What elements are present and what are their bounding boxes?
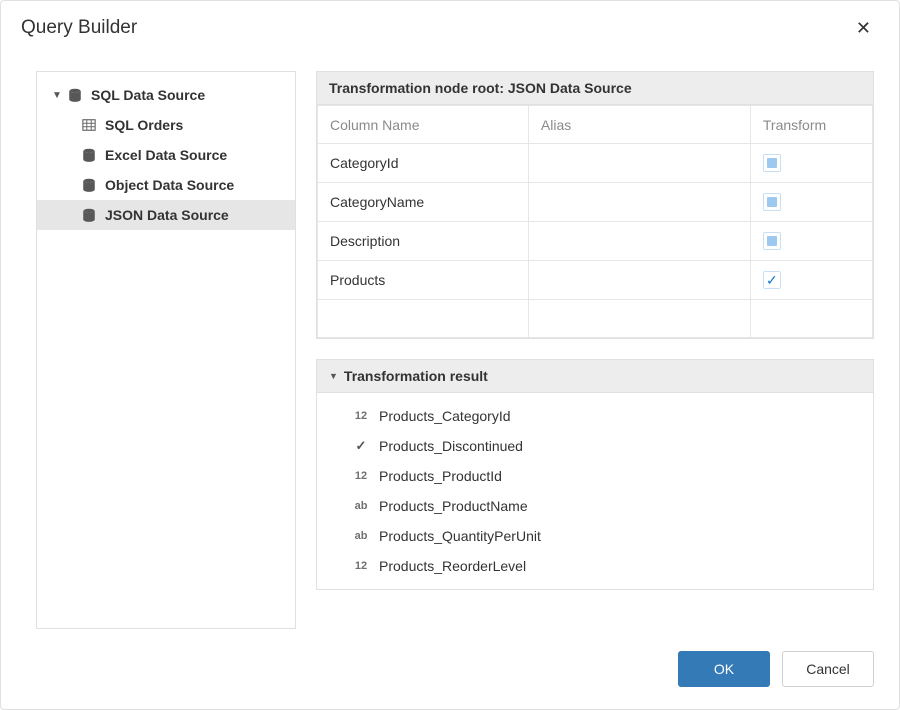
type-boolean-icon: ✓ — [351, 438, 371, 454]
transformation-header-label: Transformation node root: JSON Data Sour… — [329, 80, 632, 96]
transformation-header: Transformation node root: JSON Data Sour… — [316, 71, 874, 105]
col-header-name[interactable]: Column Name — [318, 106, 529, 144]
cell-transform[interactable] — [750, 222, 872, 261]
transform-checkbox[interactable]: ✓ — [763, 271, 781, 289]
result-item-label: Products_ReorderLevel — [379, 558, 526, 574]
col-header-transform[interactable]: Transform — [750, 106, 872, 144]
result-item[interactable]: ab Products_QuantityPerUnit — [317, 521, 873, 551]
ok-button[interactable]: OK — [678, 651, 770, 687]
transformation-section: Transformation node root: JSON Data Sour… — [316, 71, 874, 339]
cell-column-name[interactable]: CategoryName — [318, 183, 529, 222]
tree-item-label: SQL Data Source — [91, 87, 205, 103]
cell-transform[interactable] — [750, 183, 872, 222]
table-row[interactable]: CategoryId — [318, 144, 873, 183]
cell-column-name[interactable]: Description — [318, 222, 529, 261]
tree-item-label: JSON Data Source — [105, 207, 229, 223]
tree-item[interactable]: JSON Data Source — [37, 200, 295, 230]
cell-column-name[interactable]: Products — [318, 261, 529, 300]
tree-item[interactable]: Object Data Source — [37, 170, 295, 200]
cell-transform[interactable] — [750, 300, 872, 338]
result-item[interactable]: 12 Products_ReorderLevel — [317, 551, 873, 581]
checkbox-indeterminate-icon — [767, 158, 777, 168]
cell-transform[interactable]: ✓ — [750, 261, 872, 300]
type-number-icon: 12 — [351, 470, 371, 482]
result-list[interactable]: 12 Products_CategoryId ✓ Products_Discontin… — [316, 393, 874, 590]
result-item-label: Products_ProductName — [379, 498, 528, 514]
cell-alias[interactable] — [528, 222, 750, 261]
database-icon — [81, 147, 97, 163]
dialog-title: Query Builder — [21, 17, 137, 39]
transformation-table: Column Name Alias Transform CategoryIdCa… — [317, 105, 873, 338]
result-item[interactable]: ab Products_ProductName — [317, 491, 873, 521]
tree-item-label: Object Data Source — [105, 177, 234, 193]
result-header[interactable]: ▼ Transformation result — [316, 359, 874, 393]
result-item[interactable]: 12 Products_ProductId — [317, 461, 873, 491]
result-item-label: Products_QuantityPerUnit — [379, 528, 541, 544]
table-row[interactable]: CategoryName — [318, 183, 873, 222]
checkbox-indeterminate-icon — [767, 197, 777, 207]
dialog-footer: OK Cancel — [1, 639, 899, 709]
right-column: Transformation node root: JSON Data Sour… — [316, 71, 874, 629]
transformation-table-wrap: Column Name Alias Transform CategoryIdCa… — [316, 105, 874, 339]
table-row[interactable] — [318, 300, 873, 338]
result-item-label: Products_CategoryId — [379, 408, 511, 424]
col-header-alias[interactable]: Alias — [528, 106, 750, 144]
database-icon — [81, 207, 97, 223]
database-icon — [67, 87, 83, 103]
dialog-header: Query Builder ✕ — [1, 1, 899, 51]
cell-alias[interactable] — [528, 261, 750, 300]
checkbox-indeterminate-icon — [767, 236, 777, 246]
table-row[interactable]: Products ✓ — [318, 261, 873, 300]
result-item[interactable]: ✓ Products_Discontinued — [317, 431, 873, 461]
cell-alias[interactable] — [528, 300, 750, 338]
query-builder-dialog: Query Builder ✕ ▼ SQL Data Source SQL Orde… — [0, 0, 900, 710]
transform-checkbox[interactable] — [763, 154, 781, 172]
close-button[interactable]: ✕ — [848, 15, 879, 41]
result-item-label: Products_ProductId — [379, 468, 502, 484]
checkmark-icon: ✓ — [766, 273, 778, 287]
close-icon: ✕ — [856, 18, 871, 38]
transform-checkbox[interactable] — [763, 193, 781, 211]
result-item-label: Products_Discontinued — [379, 438, 523, 454]
cancel-button[interactable]: Cancel — [782, 651, 874, 687]
cell-column-name[interactable] — [318, 300, 529, 338]
dialog-body: ▼ SQL Data Source SQL Orders Excel Data Sou… — [1, 51, 899, 639]
cell-alias[interactable] — [528, 144, 750, 183]
cell-column-name[interactable]: CategoryId — [318, 144, 529, 183]
table-icon — [81, 117, 97, 133]
transform-checkbox[interactable] — [763, 232, 781, 250]
tree-item[interactable]: ▼ SQL Data Source — [37, 80, 295, 110]
tree-item[interactable]: Excel Data Source — [37, 140, 295, 170]
type-text-icon: ab — [351, 500, 371, 512]
cell-transform[interactable] — [750, 144, 872, 183]
tree-item-label: SQL Orders — [105, 117, 183, 133]
database-icon — [81, 177, 97, 193]
tree-item[interactable]: SQL Orders — [37, 110, 295, 140]
chevron-down-icon: ▼ — [329, 371, 338, 381]
type-text-icon: ab — [351, 530, 371, 542]
tree-item-label: Excel Data Source — [105, 147, 227, 163]
type-number-icon: 12 — [351, 560, 371, 572]
table-row[interactable]: Description — [318, 222, 873, 261]
result-header-label: Transformation result — [344, 368, 488, 384]
tree-caret-icon: ▼ — [51, 90, 63, 101]
result-section: ▼ Transformation result 12 Products_Categ… — [316, 359, 874, 590]
table-header-row: Column Name Alias Transform — [318, 106, 873, 144]
result-item[interactable]: 12 Products_CategoryId — [317, 401, 873, 431]
type-number-icon: 12 — [351, 410, 371, 422]
cell-alias[interactable] — [528, 183, 750, 222]
data-source-tree[interactable]: ▼ SQL Data Source SQL Orders Excel Data Sou… — [36, 71, 296, 629]
